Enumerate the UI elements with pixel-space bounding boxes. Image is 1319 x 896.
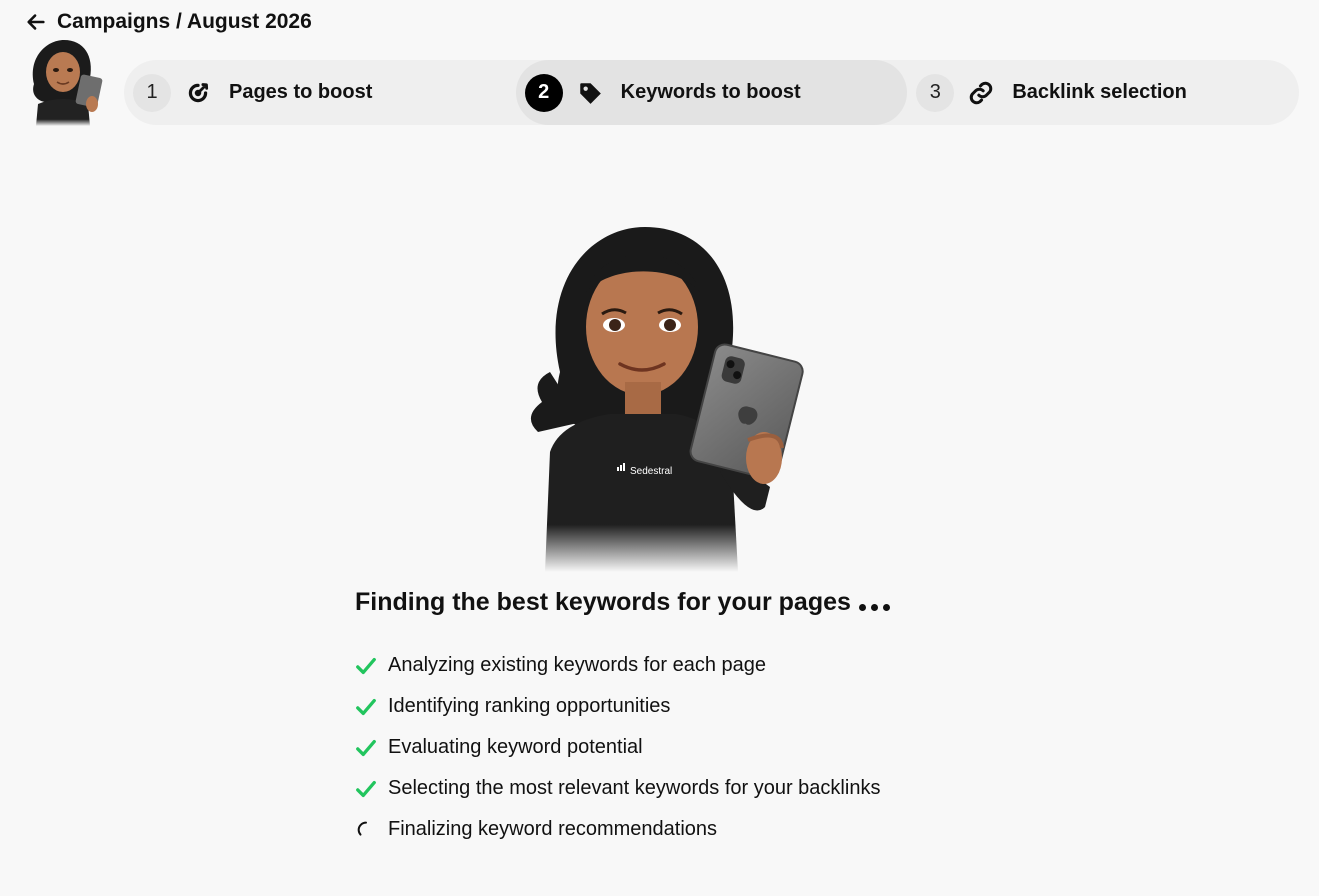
campaign-stepper: 1 Pages to boost 2 Keywords to boost 3 B… [124,60,1299,125]
link-icon [970,81,993,104]
step-pages-to-boost[interactable]: 1 Pages to boost [124,60,516,125]
step-number: 3 [916,73,955,112]
list-item: Finalizing keyword recommendations [355,809,880,850]
step-backlink-selection[interactable]: 3 Backlink selection [907,60,1299,125]
hero-illustration: Sedestral [520,222,870,572]
task-label: Finalizing keyword recommendations [388,818,718,840]
spinner-icon [357,821,368,836]
step-number: 2 [524,73,563,112]
list-item: Identifying ranking opportunities [355,686,880,727]
task-label: Selecting the most relevant keywords for… [388,777,881,799]
task-label: Analyzing existing keywords for each pag… [388,654,766,676]
progress-title-text: Finding the best keywords for your pages [355,588,851,616]
step-label: Pages to boost [229,81,373,103]
breadcrumb[interactable]: Campaigns / August 2026 [57,10,312,34]
list-item: Analyzing existing keywords for each pag… [355,645,880,686]
progress-task-list: Analyzing existing keywords for each pag… [355,645,880,850]
list-item: Evaluating keyword potential [355,727,880,768]
step-number: 1 [133,73,171,112]
avatar [22,38,108,126]
progress-title: Finding the best keywords for your pages [355,588,890,617]
list-item: Selecting the most relevant keywords for… [355,768,880,809]
task-label: Evaluating keyword potential [388,736,643,758]
step-keywords-to-boost[interactable]: 2 Keywords to boost [515,60,908,125]
step-label: Backlink selection [1012,81,1187,103]
check-icon [356,780,376,797]
step-label: Keywords to boost [620,81,801,103]
check-icon [356,657,376,674]
loading-dots-icon [858,604,890,611]
task-label: Identifying ranking opportunities [388,695,671,717]
header: Campaigns / August 2026 [25,10,312,34]
shirt-logo: Sedestral [630,466,672,477]
check-icon [356,739,376,756]
target-icon [188,82,209,102]
arrow-left-icon[interactable] [25,11,47,33]
tag-icon [579,82,601,104]
check-icon [356,698,376,715]
